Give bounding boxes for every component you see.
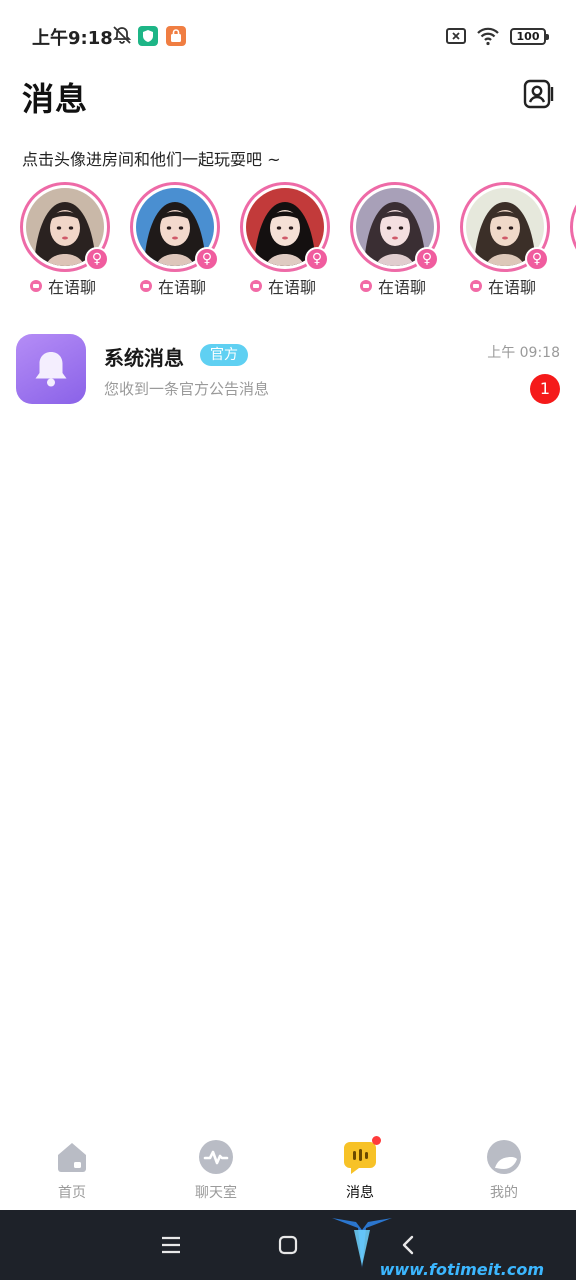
message-title: 系统消息	[104, 346, 184, 370]
nav-label: 首页	[58, 1185, 86, 1201]
voice-chat-status: 在语聊	[360, 274, 426, 298]
female-icon: ♀	[525, 247, 549, 271]
bell-mute-icon	[112, 26, 132, 44]
chat-bubble-icon	[470, 280, 482, 292]
shield-icon	[138, 26, 158, 46]
nav-chatroom[interactable]: 聊天室	[166, 1138, 266, 1208]
avatar-item[interactable]: ♀ 在语聊	[240, 182, 332, 298]
unread-count-badge: 1	[530, 374, 560, 404]
voice-chat-status: 在语聊	[470, 274, 536, 298]
home-square-icon[interactable]	[275, 1232, 301, 1258]
female-icon: ♀	[195, 247, 219, 271]
nav-messages[interactable]: 消息	[310, 1136, 410, 1208]
avatar[interactable]: ♀	[460, 182, 550, 272]
home-icon	[58, 1143, 86, 1172]
nav-label: 消息	[346, 1185, 374, 1201]
message-icon	[341, 1136, 381, 1176]
chat-bubble-icon	[250, 280, 262, 292]
avatar-item[interactable]: ♀ 在语聊	[350, 182, 442, 298]
menu-icon[interactable]	[158, 1232, 184, 1258]
avatar[interactable]: ♀	[130, 182, 220, 272]
shopping-bag-icon	[166, 26, 186, 46]
avatar-item[interactable]: ♀ 在语聊	[20, 182, 112, 298]
bottom-nav: 首页 聊天室 消息 我的	[0, 1130, 576, 1210]
voice-chat-status: 在语聊	[30, 274, 96, 298]
hint-text: 点击头像进房间和他们一起玩耍吧 ~	[22, 150, 281, 169]
message-time: 上午 09:18	[487, 345, 560, 361]
female-icon: ♀	[415, 247, 439, 271]
status-label: 在语聊	[378, 278, 427, 297]
avatar-item-partial[interactable]	[570, 182, 576, 298]
status-label: 在语聊	[488, 278, 537, 297]
female-icon: ♀	[85, 247, 109, 271]
status-bar: 上午9:18 100	[0, 0, 576, 72]
wifi-icon	[477, 27, 499, 46]
status-time: 上午9:18	[32, 28, 113, 49]
contacts-icon[interactable]	[522, 78, 554, 110]
status-label: 在语聊	[158, 278, 207, 297]
watermark-url: www.fotimeit.com	[379, 1260, 544, 1279]
close-box-icon	[446, 28, 466, 44]
chat-bubble-icon	[30, 280, 42, 292]
bell-icon	[16, 334, 86, 404]
chatroom-icon	[199, 1140, 233, 1174]
notification-dot	[372, 1136, 381, 1145]
avatar[interactable]: ♀	[240, 182, 330, 272]
nav-label: 聊天室	[195, 1185, 237, 1201]
back-icon[interactable]	[396, 1232, 422, 1258]
nav-label: 我的	[490, 1185, 518, 1201]
profile-icon	[487, 1140, 521, 1174]
avatar-item[interactable]: ♀ 在语聊	[130, 182, 222, 298]
status-label: 在语聊	[48, 278, 97, 297]
voice-chat-status: 在语聊	[250, 274, 316, 298]
system-nav-bar: www.fotimeit.com	[0, 1210, 576, 1280]
nav-profile[interactable]: 我的	[454, 1138, 554, 1208]
chat-bubble-icon	[360, 280, 372, 292]
battery-icon: 100	[510, 27, 549, 45]
system-message-row[interactable]: 系统消息 官方 上午 09:18 您收到一条官方公告消息 1	[16, 332, 562, 406]
chat-bubble-icon	[140, 280, 152, 292]
page-title: 消息	[22, 80, 89, 118]
message-preview: 您收到一条官方公告消息	[104, 380, 270, 398]
status-label: 在语聊	[268, 278, 317, 297]
avatar[interactable]	[570, 182, 576, 272]
female-icon: ♀	[305, 247, 329, 271]
online-avatar-row: ♀ 在语聊 ♀ 在语聊 ♀ 在语聊 ♀ 在语聊 ♀ 在语聊	[20, 182, 576, 302]
voice-chat-status: 在语聊	[140, 274, 206, 298]
official-badge: 官方	[200, 344, 248, 366]
nav-home[interactable]: 首页	[22, 1138, 122, 1208]
avatar-item[interactable]: ♀ 在语聊	[460, 182, 552, 298]
avatar[interactable]: ♀	[350, 182, 440, 272]
avatar[interactable]: ♀	[20, 182, 110, 272]
